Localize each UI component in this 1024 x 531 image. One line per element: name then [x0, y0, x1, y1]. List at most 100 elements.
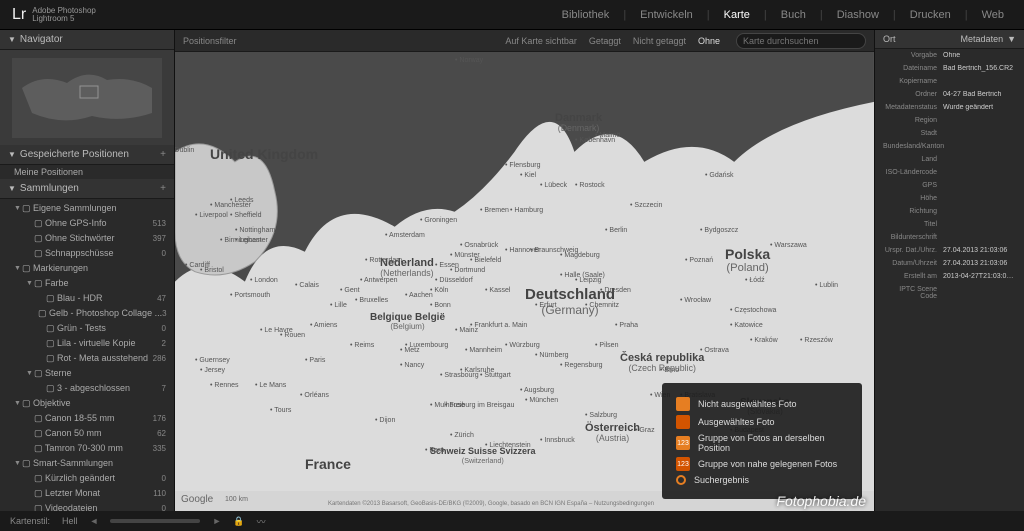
city-label: • Münster — [450, 252, 480, 259]
meta-row[interactable]: Bundesland/Kanton — [875, 140, 1024, 153]
tree-item[interactable]: ▢ Letzter Monat110 — [0, 486, 174, 501]
city-label: • Pilsen — [595, 342, 618, 349]
tree-item[interactable]: ▢ Rot - Meta ausstehend286 — [0, 351, 174, 366]
city-label: • Essen — [435, 262, 459, 269]
filter-1[interactable]: Getaggt — [589, 36, 621, 46]
map-search-input[interactable] — [736, 33, 866, 49]
tree-item[interactable]: ▢ Ohne Stichwörter397 — [0, 231, 174, 246]
module-tab-bibliothek[interactable]: Bibliothek — [554, 5, 618, 25]
navigator-minimap[interactable] — [0, 50, 174, 145]
tree-item[interactable]: ▢ Schnappschüsse0 — [0, 246, 174, 261]
collections-tree: ▼▢ Eigene Sammlungen▢ Ohne GPS-Info513▢ … — [0, 199, 174, 511]
city-label: • Rostock — [575, 182, 605, 189]
module-tab-entwickeln[interactable]: Entwickeln — [632, 5, 701, 25]
legend-row: Nicht ausgewähltes Foto — [676, 397, 848, 411]
tree-item[interactable]: ▢ Tamron 70-300 mm335 — [0, 441, 174, 456]
tree-item[interactable]: ▢ Ohne GPS-Info513 — [0, 216, 174, 231]
city-label: • Wrocław — [680, 297, 711, 304]
saved-positions-header[interactable]: ▼Gespeicherte Positionen+ — [0, 145, 174, 165]
tree-item[interactable]: ▢ 3 - abgeschlossen7 — [0, 381, 174, 396]
city-label: • Osnabrück — [460, 242, 498, 249]
meta-row[interactable]: ISO-Ländercode — [875, 166, 1024, 179]
meta-row[interactable]: Richtung — [875, 205, 1024, 218]
city-label: • Antwerpen — [360, 277, 397, 284]
city-label: • Aachen — [405, 292, 433, 299]
map-scale: 100 km — [225, 496, 248, 503]
city-label: • Leicester — [235, 237, 268, 244]
city-label: • Bonn — [430, 302, 451, 309]
meta-row[interactable]: DateinameBad Bertrich_156.CR2 — [875, 62, 1024, 75]
tree-item[interactable]: ▢ Canon 50 mm62 — [0, 426, 174, 441]
meta-row[interactable]: Urspr. Dat./Uhrz.27.04.2013 21:03:06 — [875, 244, 1024, 257]
meta-row[interactable]: Bildunterschrift — [875, 231, 1024, 244]
meta-row[interactable]: Titel — [875, 218, 1024, 231]
module-tab-web[interactable]: Web — [974, 5, 1012, 25]
city-label: • Warszawa — [770, 242, 807, 249]
lock-icon[interactable]: 🔒 — [233, 516, 244, 527]
city-label: • Lübeck — [540, 182, 567, 189]
city-label: • Kassel — [485, 287, 510, 294]
google-logo: Google — [181, 494, 213, 505]
filter-2[interactable]: Nicht getaggt — [633, 36, 686, 46]
meta-row[interactable]: Höhe — [875, 192, 1024, 205]
legend-row: Ausgewähltes Foto — [676, 415, 848, 429]
tracklog-icon[interactable]: 〰 — [257, 515, 266, 528]
city-label: • Salzburg — [585, 412, 617, 419]
tree-item[interactable]: ▼▢ Smart-Sammlungen — [0, 456, 174, 471]
tree-item[interactable]: ▢ Canon 18-55 mm176 — [0, 411, 174, 426]
tree-item[interactable]: ▢ Lila - virtuelle Kopie2 — [0, 336, 174, 351]
module-tab-drucken[interactable]: Drucken — [902, 5, 959, 25]
city-label: • Le Havre — [260, 327, 293, 334]
metadata-header[interactable]: OrtMetadaten▼ — [875, 30, 1024, 49]
tree-item[interactable]: ▼▢ Eigene Sammlungen — [0, 201, 174, 216]
map-style-value[interactable]: Hell — [62, 516, 78, 526]
meta-row[interactable]: GPS — [875, 179, 1024, 192]
city-label: • Sheffield — [230, 212, 262, 219]
meta-row[interactable]: Region — [875, 114, 1024, 127]
map-view[interactable]: United KingdomNederland(Netherlands)Belg… — [175, 52, 874, 511]
city-label: • Częstochowa — [730, 307, 776, 314]
meta-row[interactable]: Datum/Uhrzeit27.04.2013 21:03:06 — [875, 257, 1024, 270]
meta-row[interactable]: VorgabeOhne — [875, 49, 1024, 62]
module-tab-diashow[interactable]: Diashow — [829, 5, 887, 25]
meta-row[interactable]: IPTC Scene Code — [875, 283, 1024, 303]
module-tab-karte[interactable]: Karte — [716, 5, 758, 25]
tree-item[interactable]: ▼▢ Objektive — [0, 396, 174, 411]
saved-positions-item[interactable]: Meine Positionen — [0, 165, 174, 179]
city-label: • Gent — [340, 287, 360, 294]
filter-3[interactable]: Ohne — [698, 36, 720, 46]
meta-row[interactable]: Stadt — [875, 127, 1024, 140]
module-tab-buch[interactable]: Buch — [773, 5, 814, 25]
navigator-header[interactable]: ▼Navigator — [0, 30, 174, 50]
tree-item[interactable]: ▢ Kürzlich geändert0 — [0, 471, 174, 486]
meta-row[interactable]: Kopiername — [875, 75, 1024, 88]
city-label: • Bruxelles — [355, 297, 388, 304]
city-label: • Amsterdam — [385, 232, 425, 239]
country-label: Belgique België(Belgium) — [370, 312, 445, 332]
meta-row[interactable]: Ordner04-27 Bad Bertrich — [875, 88, 1024, 101]
country-label: Österreich(Austria) — [585, 422, 640, 444]
tree-item[interactable]: ▢ Blau - HDR47 — [0, 291, 174, 306]
country-label: Danmark(Denmark) — [555, 112, 602, 134]
tree-item[interactable]: ▢ Gelb - Photoshop Collage ...3 — [0, 306, 174, 321]
meta-row[interactable]: Land — [875, 153, 1024, 166]
collections-header[interactable]: ▼Sammlungen+ — [0, 179, 174, 199]
tree-item[interactable]: ▼▢ Farbe — [0, 276, 174, 291]
legend-row: Suchergebnis — [676, 475, 848, 485]
city-label: • Kraków — [750, 337, 778, 344]
meta-row[interactable]: MetadatenstatusWurde geändert — [875, 101, 1024, 114]
city-label: • Brno — [660, 367, 679, 374]
country-label: France — [305, 457, 351, 472]
city-label: • Gdańsk — [705, 172, 734, 179]
tree-item[interactable]: ▼▢ Sterne — [0, 366, 174, 381]
tree-item[interactable]: ▢ Grün - Tests0 — [0, 321, 174, 336]
meta-row[interactable]: Erstellt am2013-04-27T21:03:06.71 — [875, 270, 1024, 283]
city-label: • Bern — [425, 447, 444, 454]
map-style-label: Kartenstil: — [10, 516, 50, 526]
filter-0[interactable]: Auf Karte sichtbar — [505, 36, 577, 46]
zoom-slider[interactable] — [110, 519, 200, 523]
city-label: • Dublin — [175, 147, 194, 154]
tree-item[interactable]: ▼▢ Markierungen — [0, 261, 174, 276]
tree-item[interactable]: ▢ Videodateien0 — [0, 501, 174, 511]
city-label: • Augsburg — [520, 387, 554, 394]
